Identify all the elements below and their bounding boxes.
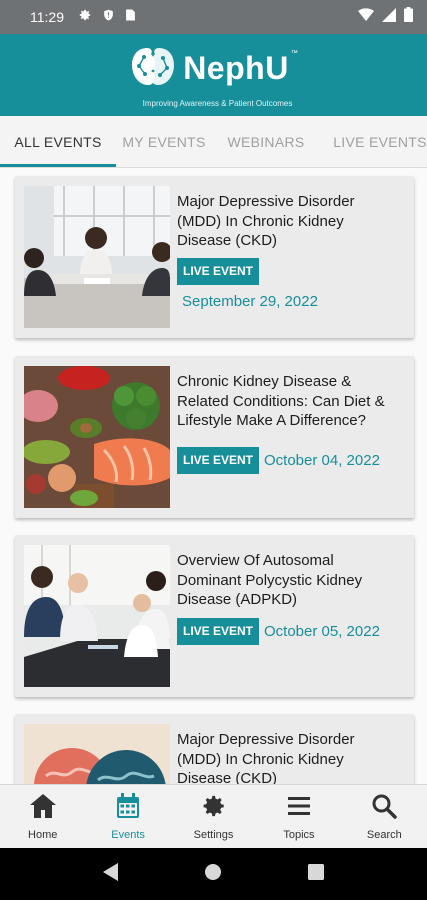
tab-all-events[interactable]: ALL EVENTS (0, 116, 116, 167)
tab-label: MY EVENTS (122, 133, 206, 150)
nav-home[interactable]: Home (0, 785, 85, 848)
event-date: October 05, 2022 (264, 623, 380, 640)
system-nav-bar (0, 848, 427, 900)
nav-label: Topics (283, 829, 315, 841)
nav-topics[interactable]: Topics (256, 785, 341, 848)
tab-label: LIVE EVENTS (333, 133, 427, 150)
nav-label: Search (366, 829, 402, 841)
event-tabs: ALL EVENTS MY EVENTS WEBINARS LIVE EVENT… (0, 116, 427, 168)
shield-status-icon (102, 8, 115, 27)
trademark-symbol: ™ (290, 50, 298, 57)
nav-settings[interactable]: Settings (171, 785, 256, 848)
tab-label: WEBINARS (227, 133, 305, 150)
search-icon (371, 793, 398, 824)
back-icon[interactable] (102, 862, 119, 886)
tab-my-events[interactable]: MY EVENTS (116, 116, 212, 167)
event-title: Major Depressive Disorder (MDD) In Chron… (177, 193, 355, 249)
tab-webinars[interactable]: WEBINARS (212, 116, 320, 167)
status-bar: 11:29 (0, 0, 427, 34)
event-title: Chronic Kidney Disease & Related Conditi… (177, 373, 385, 429)
event-card[interactable]: Major Depressive Disorder (MDD) In Chron… (15, 714, 414, 784)
nav-label: Settings (193, 829, 234, 841)
event-card[interactable]: Major Depressive Disorder (MDD) In Chron… (15, 176, 414, 338)
logo-text: NephU (183, 50, 289, 86)
tab-label: ALL EVENTS (14, 133, 102, 150)
nephu-logo: NephU ™ (129, 44, 298, 93)
event-card[interactable]: Overview Of Autosomal Dominant Polycysti… (15, 535, 414, 697)
live-event-badge: LIVE EVENT (177, 447, 260, 474)
live-event-badge: LIVE EVENT (177, 618, 260, 645)
kidney-logo-icon (129, 44, 177, 93)
status-time: 11:29 (30, 9, 64, 25)
nav-label: Home (28, 829, 58, 841)
wifi-icon (358, 7, 374, 27)
event-thumbnail-doctors-meeting (24, 545, 170, 687)
event-date: October 04, 2022 (264, 452, 380, 469)
nav-events[interactable]: Events (85, 785, 170, 848)
calendar-icon (116, 793, 140, 824)
bottom-nav: Home Events Settings Topics Search (0, 784, 427, 848)
home-icon (29, 793, 57, 824)
settings-status-icon (78, 8, 92, 27)
battery-icon (404, 7, 413, 27)
tab-live-events[interactable]: LIVE EVENTS (320, 116, 427, 167)
event-thumbnail-brain-illustration (24, 724, 170, 784)
event-card[interactable]: Chronic Kidney Disease & Related Conditi… (15, 356, 414, 518)
event-title: Overview Of Autosomal Dominant Polycysti… (177, 552, 363, 608)
sim-status-icon (125, 8, 136, 27)
tagline: Improving Awareness & Patient Outcomes (142, 99, 293, 108)
event-date: September 29, 2022 (182, 293, 318, 310)
gear-icon (201, 793, 227, 824)
event-thumbnail-healthy-food (24, 366, 170, 508)
event-thumbnail-business-meeting (24, 186, 170, 328)
menu-icon (286, 793, 312, 824)
signal-icon (382, 7, 396, 27)
app-header: NephU ™ Improving Awareness & Patient Ou… (0, 34, 427, 116)
nav-label: Events (111, 829, 145, 841)
nav-search[interactable]: Search (342, 785, 427, 848)
live-event-badge: LIVE EVENT (177, 258, 260, 285)
recents-icon[interactable] (308, 863, 325, 885)
event-list[interactable]: Major Depressive Disorder (MDD) In Chron… (0, 168, 427, 784)
home-circle-icon[interactable] (204, 863, 222, 886)
event-title: Major Depressive Disorder (MDD) In Chron… (177, 731, 355, 784)
